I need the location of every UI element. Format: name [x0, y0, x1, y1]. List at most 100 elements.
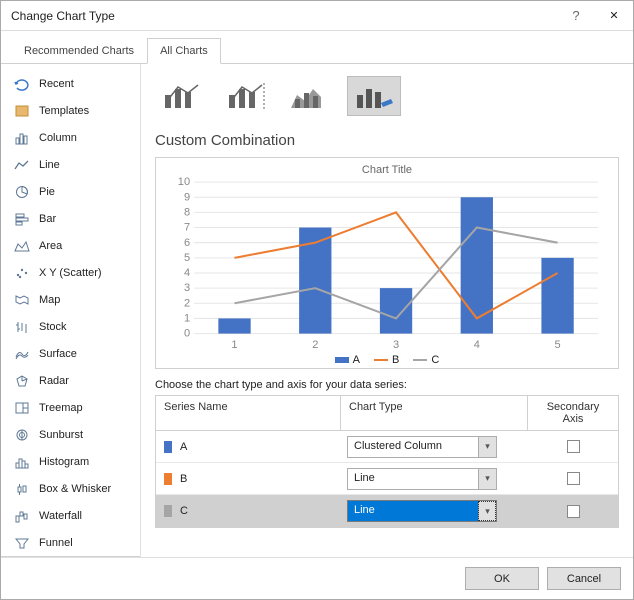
templates-icon [13, 103, 31, 119]
change-chart-type-dialog: Change Chart Type ? ✕ Recommended Charts… [0, 0, 634, 600]
chart-preview: Chart Title 0 1 2 3 4 5 6 7 8 9 10 1 2 3 4 5 A B C [155, 157, 619, 369]
sidebar-item-templates[interactable]: Templates [1, 97, 140, 124]
bar-icon [13, 211, 31, 227]
series-table: Series Name Chart Type Secondary Axis A … [155, 395, 619, 528]
col-header-axis: Secondary Axis [528, 396, 618, 430]
svg-text:2: 2 [184, 297, 190, 309]
line-icon [13, 157, 31, 173]
combo-subtype-1-icon [161, 81, 203, 111]
series-config-desc: Choose the chart type and axis for your … [155, 379, 619, 391]
close-icon: ✕ [609, 9, 618, 22]
cancel-button[interactable]: Cancel [547, 567, 621, 590]
sidebar-item-treemap[interactable]: Treemap [1, 394, 140, 421]
combo-subtype-2[interactable] [219, 76, 273, 116]
area-icon [13, 238, 31, 254]
svg-text:8: 8 [184, 206, 190, 218]
chevron-down-icon: ▾ [478, 501, 496, 521]
sidebar-item-line[interactable]: Line [1, 151, 140, 178]
legend-a: A [335, 354, 360, 366]
tab-strip: Recommended Charts All Charts [1, 31, 633, 64]
titlebar: Change Chart Type ? ✕ [1, 1, 633, 31]
sidebar-item-column[interactable]: Column [1, 124, 140, 151]
legend-c: C [413, 354, 439, 366]
radar-icon [13, 373, 31, 389]
sidebar-item-pie[interactable]: Pie [1, 178, 140, 205]
sidebar-item-waterfall[interactable]: Waterfall [1, 502, 140, 529]
svg-text:9: 9 [184, 191, 190, 203]
svg-text:3: 3 [393, 339, 399, 351]
series-b-chip [164, 473, 172, 485]
stock-icon [13, 319, 31, 335]
combo-subtype-custom-icon [353, 81, 395, 111]
series-row-a[interactable]: A Clustered Column▾ [156, 431, 618, 463]
combo-subtype-1[interactable] [155, 76, 209, 116]
histogram-icon [13, 454, 31, 470]
tab-recommended[interactable]: Recommended Charts [11, 38, 147, 64]
map-icon [13, 292, 31, 308]
chart-category-sidebar: Recent Templates Column Line Pie Bar Are… [1, 64, 141, 557]
chart-title: Chart Title [166, 164, 608, 176]
close-button[interactable]: ✕ [595, 1, 633, 31]
sidebar-item-surface[interactable]: Surface [1, 340, 140, 367]
chart-svg: 0 1 2 3 4 5 6 7 8 9 10 1 2 3 4 5 [166, 178, 608, 352]
chart-legend: A B C [166, 354, 608, 366]
dialog-footer: OK Cancel [1, 557, 633, 599]
sidebar-item-map[interactable]: Map [1, 286, 140, 313]
sidebar-item-histogram[interactable]: Histogram [1, 448, 140, 475]
svg-text:5: 5 [554, 339, 560, 351]
section-title: Custom Combination [155, 132, 619, 149]
svg-text:1: 1 [231, 339, 237, 351]
col-header-type: Chart Type [341, 396, 528, 430]
sidebar-item-stock[interactable]: Stock [1, 313, 140, 340]
series-b-secondary-axis-checkbox[interactable] [567, 472, 580, 485]
sidebar-item-bar[interactable]: Bar [1, 205, 140, 232]
combo-subtype-row [155, 76, 619, 116]
box-whisker-icon [13, 481, 31, 497]
svg-text:7: 7 [184, 222, 190, 234]
series-b-type-dropdown[interactable]: Line▾ [347, 468, 497, 490]
sunburst-icon [13, 427, 31, 443]
sidebar-item-radar[interactable]: Radar [1, 367, 140, 394]
svg-text:0: 0 [184, 328, 190, 340]
sidebar-item-funnel[interactable]: Funnel [1, 529, 140, 556]
combo-subtype-2-icon [225, 81, 267, 111]
svg-text:4: 4 [474, 339, 480, 351]
svg-text:1: 1 [184, 312, 190, 324]
svg-text:5: 5 [184, 252, 190, 264]
svg-text:2: 2 [312, 339, 318, 351]
svg-text:6: 6 [184, 237, 190, 249]
svg-text:3: 3 [184, 282, 190, 294]
series-a-chip [164, 441, 172, 453]
series-c-chip [164, 505, 172, 517]
treemap-icon [13, 400, 31, 416]
surface-icon [13, 346, 31, 362]
waterfall-icon [13, 508, 31, 524]
series-a-type-dropdown[interactable]: Clustered Column▾ [347, 436, 497, 458]
combo-subtype-custom[interactable] [347, 76, 401, 116]
svg-text:10: 10 [178, 176, 190, 188]
sidebar-item-box-whisker[interactable]: Box & Whisker [1, 475, 140, 502]
series-c-secondary-axis-checkbox[interactable] [567, 505, 580, 518]
series-a-secondary-axis-checkbox[interactable] [567, 440, 580, 453]
sidebar-item-scatter[interactable]: X Y (Scatter) [1, 259, 140, 286]
series-row-b[interactable]: B Line▾ [156, 463, 618, 495]
sidebar-item-sunburst[interactable]: Sunburst [1, 421, 140, 448]
recent-icon [13, 76, 31, 92]
ok-button[interactable]: OK [465, 567, 539, 590]
column-icon [13, 130, 31, 146]
combo-subtype-3[interactable] [283, 76, 337, 116]
series-row-c[interactable]: C Line▾ [156, 495, 618, 527]
svg-text:4: 4 [184, 267, 190, 279]
sidebar-item-recent[interactable]: Recent [1, 70, 140, 97]
scatter-icon [13, 265, 31, 281]
legend-b: B [374, 354, 399, 366]
tab-all-charts[interactable]: All Charts [147, 38, 221, 64]
series-c-type-dropdown[interactable]: Line▾ [347, 500, 497, 522]
sidebar-item-area[interactable]: Area [1, 232, 140, 259]
dialog-title: Change Chart Type [11, 9, 557, 23]
col-header-name: Series Name [156, 396, 341, 430]
chevron-down-icon: ▾ [478, 469, 496, 489]
funnel-icon [13, 535, 31, 551]
chevron-down-icon: ▾ [478, 437, 496, 457]
help-button[interactable]: ? [557, 1, 595, 31]
